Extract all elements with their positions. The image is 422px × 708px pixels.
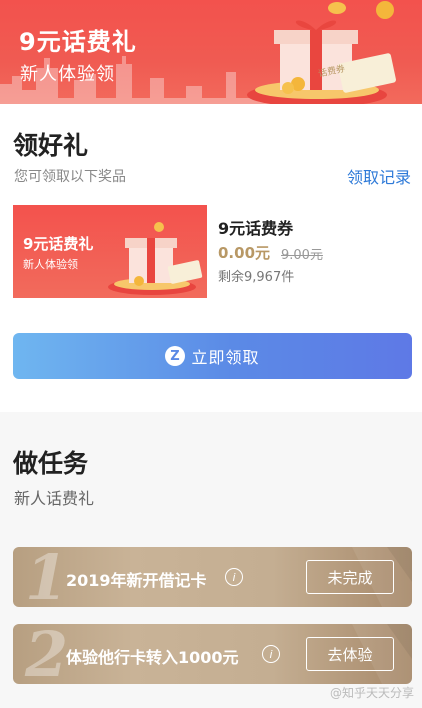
banner-subtitle: 新人体验领: [20, 64, 115, 85]
task-section-title: 做任务: [13, 449, 89, 478]
banner-title: 9元话费礼: [19, 28, 137, 56]
forum-logo-icon: Z: [165, 346, 186, 366]
task-card[interactable]: 1 2019年新开借记卡 i 未完成: [13, 547, 412, 607]
prize-card[interactable]: 9元话费礼 新人体验领 9元话费券 0.00元 9.00元 剩余9,967件: [13, 205, 413, 300]
watermark: @知乎天天分享: [329, 686, 414, 700]
task-number: 1: [25, 547, 69, 607]
prize-stock: 剩余9,967件: [218, 270, 295, 285]
prize-original-price: 9.00元: [281, 248, 323, 263]
prize-thumbnail-title: 9元话费礼: [23, 235, 94, 253]
task-status-button[interactable]: 未完成: [306, 560, 394, 594]
gift-box-icon: [247, 1, 396, 104]
task-number: 2: [25, 624, 69, 684]
gift-section-subtitle: 您可领取以下奖品: [14, 169, 126, 185]
prize-thumbnail: 9元话费礼 新人体验领: [13, 205, 207, 298]
task-card[interactable]: 2 体验他行卡转入1000元 i 去体验: [13, 624, 412, 684]
info-icon[interactable]: i: [262, 645, 280, 663]
task-label: 体验他行卡转入1000元: [66, 648, 239, 667]
info-icon[interactable]: i: [225, 568, 243, 586]
prize-name: 9元话费券: [218, 219, 294, 238]
claim-button[interactable]: Z 立即领取: [13, 333, 412, 379]
claim-history-link[interactable]: 领取记录: [347, 164, 411, 188]
gift-box-icon: [108, 222, 203, 295]
prize-thumbnail-subtitle: 新人体验领: [23, 258, 78, 271]
gift-section-title: 领好礼: [13, 131, 89, 160]
prize-price: 0.00元: [218, 244, 271, 262]
task-section-subtitle: 新人话费礼: [14, 489, 95, 508]
claim-button-label: 立即领取: [191, 348, 260, 367]
promo-banner: 9元话费礼 新人体验领 话费券: [0, 0, 422, 104]
task-action-button[interactable]: 去体验: [306, 637, 394, 671]
task-label: 2019年新开借记卡: [66, 571, 207, 590]
